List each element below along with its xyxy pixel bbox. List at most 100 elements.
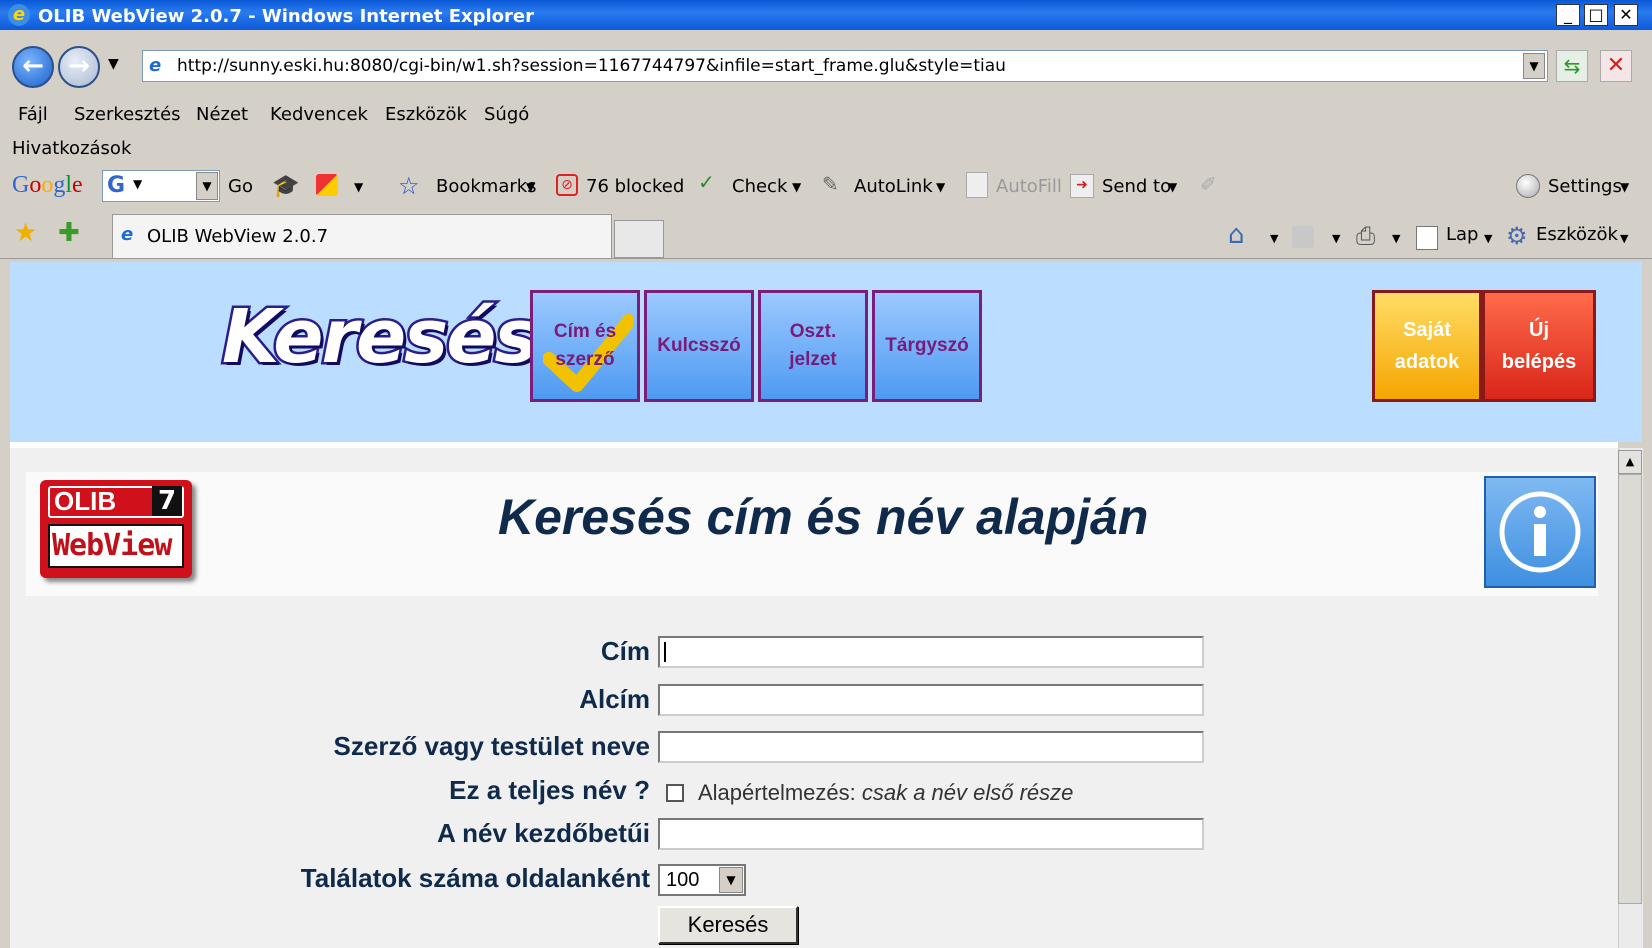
home-icon[interactable]: ⌂ bbox=[1228, 220, 1245, 250]
scholar-icon[interactable]: 🎓 bbox=[272, 174, 299, 199]
feeds-icon[interactable] bbox=[1292, 226, 1314, 248]
talalatok-value: 100 bbox=[666, 869, 700, 891]
links-toolbar-label[interactable]: Hivatkozások bbox=[12, 138, 131, 159]
address-field[interactable]: e http://sunny.eski.hu:8080/cgi-bin/w1.s… bbox=[142, 50, 1548, 82]
autolink-button[interactable]: AutoLink bbox=[854, 176, 933, 197]
nav-targyszo-button[interactable]: Tárgyszó bbox=[872, 290, 982, 402]
chevron-down-icon[interactable]: ▼ bbox=[1620, 180, 1629, 194]
search-logo-text: Keresés: bbox=[219, 292, 568, 383]
chevron-down-icon[interactable]: ▼ bbox=[1332, 232, 1340, 245]
autolink-wand-icon: ✎ bbox=[822, 172, 839, 196]
olib-logo-text: OLIB bbox=[54, 486, 117, 516]
chevron-down-icon[interactable]: ▼ bbox=[1392, 232, 1400, 245]
talalatok-select[interactable]: 100 ▼ bbox=[658, 864, 746, 896]
teljes-nev-label: Ez a teljes név ? bbox=[449, 775, 650, 805]
chevron-down-icon: ▼ bbox=[133, 177, 143, 191]
send-to-icon: ➜ bbox=[1070, 174, 1094, 198]
minimize-button[interactable]: _ bbox=[1556, 4, 1580, 26]
chevron-down-icon[interactable]: ▼ bbox=[792, 180, 801, 194]
google-search-input[interactable]: G ▼ ▼ bbox=[102, 170, 220, 202]
favorites-star-icon[interactable]: ★ bbox=[14, 218, 37, 248]
google-dropdown-icon[interactable]: ▼ bbox=[196, 172, 218, 200]
chevron-down-icon[interactable]: ▼ bbox=[354, 180, 363, 194]
nav-oszt-jelzet-button[interactable]: Oszt. jelzet bbox=[758, 290, 868, 402]
ie-logo-icon: e bbox=[8, 4, 30, 26]
refresh-icon[interactable]: ⇆ bbox=[1556, 50, 1588, 82]
ie-tab-icon: e bbox=[121, 224, 134, 245]
check-button[interactable]: Check bbox=[732, 176, 787, 197]
button-label: Saját adatok bbox=[1394, 319, 1460, 373]
google-go-button[interactable]: Go bbox=[228, 176, 253, 197]
stop-icon[interactable]: ✕ bbox=[1600, 50, 1632, 82]
kezdobetu-label: A név kezdőbetűi bbox=[437, 818, 650, 848]
maximize-button[interactable]: □ bbox=[1584, 4, 1608, 26]
olib-logo-webview: WebView bbox=[52, 528, 172, 563]
google-g-icon: G bbox=[107, 173, 126, 198]
google-logo: Google bbox=[12, 172, 83, 198]
bookmarks-button[interactable]: Bookmarks bbox=[436, 176, 537, 197]
info-button[interactable] bbox=[1484, 476, 1596, 588]
page-menu-button[interactable]: Lap bbox=[1446, 224, 1478, 245]
autofill-button[interactable]: AutoFill bbox=[996, 176, 1062, 197]
chevron-down-icon[interactable]: ▼ bbox=[1484, 232, 1492, 245]
menu-edit[interactable]: Szerkesztés bbox=[74, 104, 181, 125]
search-submit-button[interactable]: Keresés bbox=[658, 906, 798, 944]
history-dropdown-icon[interactable]: ▼ bbox=[108, 56, 119, 72]
olib-webview-logo: OLIB 7 WebView bbox=[40, 480, 192, 578]
gear-icon: ⚙ bbox=[1506, 222, 1528, 250]
my-data-button[interactable]: Saját adatok bbox=[1372, 290, 1482, 402]
cim-label: Cím bbox=[600, 636, 650, 666]
tab-title: OLIB WebView 2.0.7 bbox=[147, 226, 329, 247]
blocked-icon: ⊘ bbox=[556, 174, 578, 196]
nav-kulcsszo-button[interactable]: Kulcsszó bbox=[644, 290, 754, 402]
scroll-up-arrow-icon[interactable]: ▲ bbox=[1618, 450, 1642, 474]
menu-view[interactable]: Nézet bbox=[196, 104, 248, 125]
add-favorite-icon[interactable]: ✚ bbox=[58, 218, 80, 248]
print-icon[interactable]: ⎙ bbox=[1356, 222, 1375, 250]
bookmarks-star-icon: ☆ bbox=[398, 172, 420, 200]
popup-blocker-icon[interactable] bbox=[316, 174, 338, 196]
menu-help[interactable]: Súgó bbox=[484, 104, 529, 125]
close-window-button[interactable]: ✕ bbox=[1614, 4, 1638, 26]
scroll-thumb[interactable] bbox=[1618, 474, 1642, 904]
alcim-input[interactable] bbox=[658, 684, 1204, 716]
nav-button-label: Oszt. jelzet bbox=[789, 321, 837, 370]
menu-tools[interactable]: Eszközök bbox=[385, 104, 467, 125]
chevron-down-icon[interactable]: ▼ bbox=[526, 180, 535, 194]
kezdobetu-input[interactable] bbox=[658, 818, 1204, 850]
nav-cim-es-szerzo-button[interactable]: Cím és szerző bbox=[530, 290, 640, 402]
szerzo-label: Szerző vagy testület neve bbox=[333, 731, 650, 761]
settings-icon bbox=[1516, 174, 1540, 198]
settings-button[interactable]: Settings bbox=[1548, 176, 1622, 197]
new-tab-button[interactable] bbox=[614, 220, 664, 258]
menu-favorites[interactable]: Kedvencek bbox=[270, 104, 368, 125]
button-label: Új belépés bbox=[1501, 319, 1577, 373]
back-button[interactable]: ← bbox=[12, 46, 54, 88]
cim-input[interactable] bbox=[658, 636, 1204, 668]
alcim-label: Alcím bbox=[579, 684, 650, 714]
highlighter-icon[interactable]: ✐ bbox=[1200, 172, 1217, 196]
chevron-down-icon[interactable]: ▼ bbox=[936, 180, 945, 194]
szerzo-input[interactable] bbox=[658, 731, 1204, 763]
chevron-down-icon: ▼ bbox=[719, 867, 743, 893]
autofill-icon bbox=[966, 172, 988, 198]
send-to-button[interactable]: Send to bbox=[1102, 176, 1171, 197]
page-icon bbox=[1416, 226, 1438, 250]
nav-button-label: Kulcsszó bbox=[657, 335, 741, 356]
new-login-button[interactable]: Új belépés bbox=[1482, 290, 1596, 402]
tools-menu-button[interactable]: Eszközök bbox=[1536, 224, 1618, 245]
chevron-down-icon[interactable]: ▼ bbox=[1620, 232, 1628, 245]
olib-logo-number: 7 bbox=[152, 486, 182, 516]
address-text: http://sunny.eski.hu:8080/cgi-bin/w1.sh?… bbox=[177, 56, 1006, 76]
chevron-down-icon[interactable]: ▼ bbox=[1270, 232, 1278, 245]
teljes-nev-checkbox[interactable] bbox=[666, 784, 684, 802]
talalatok-label: Találatok száma oldalanként bbox=[300, 863, 650, 893]
info-icon bbox=[1499, 491, 1581, 573]
address-dropdown-icon[interactable]: ▼ bbox=[1523, 53, 1545, 79]
menu-file[interactable]: Fájl bbox=[18, 104, 48, 125]
nav-button-label: Tárgyszó bbox=[885, 335, 969, 356]
chevron-down-icon[interactable]: ▼ bbox=[1168, 180, 1177, 194]
tab-olib-webview[interactable]: e OLIB WebView 2.0.7 bbox=[112, 214, 612, 258]
blocked-count-button[interactable]: 76 blocked bbox=[586, 176, 684, 197]
forward-button[interactable]: → bbox=[58, 46, 100, 88]
